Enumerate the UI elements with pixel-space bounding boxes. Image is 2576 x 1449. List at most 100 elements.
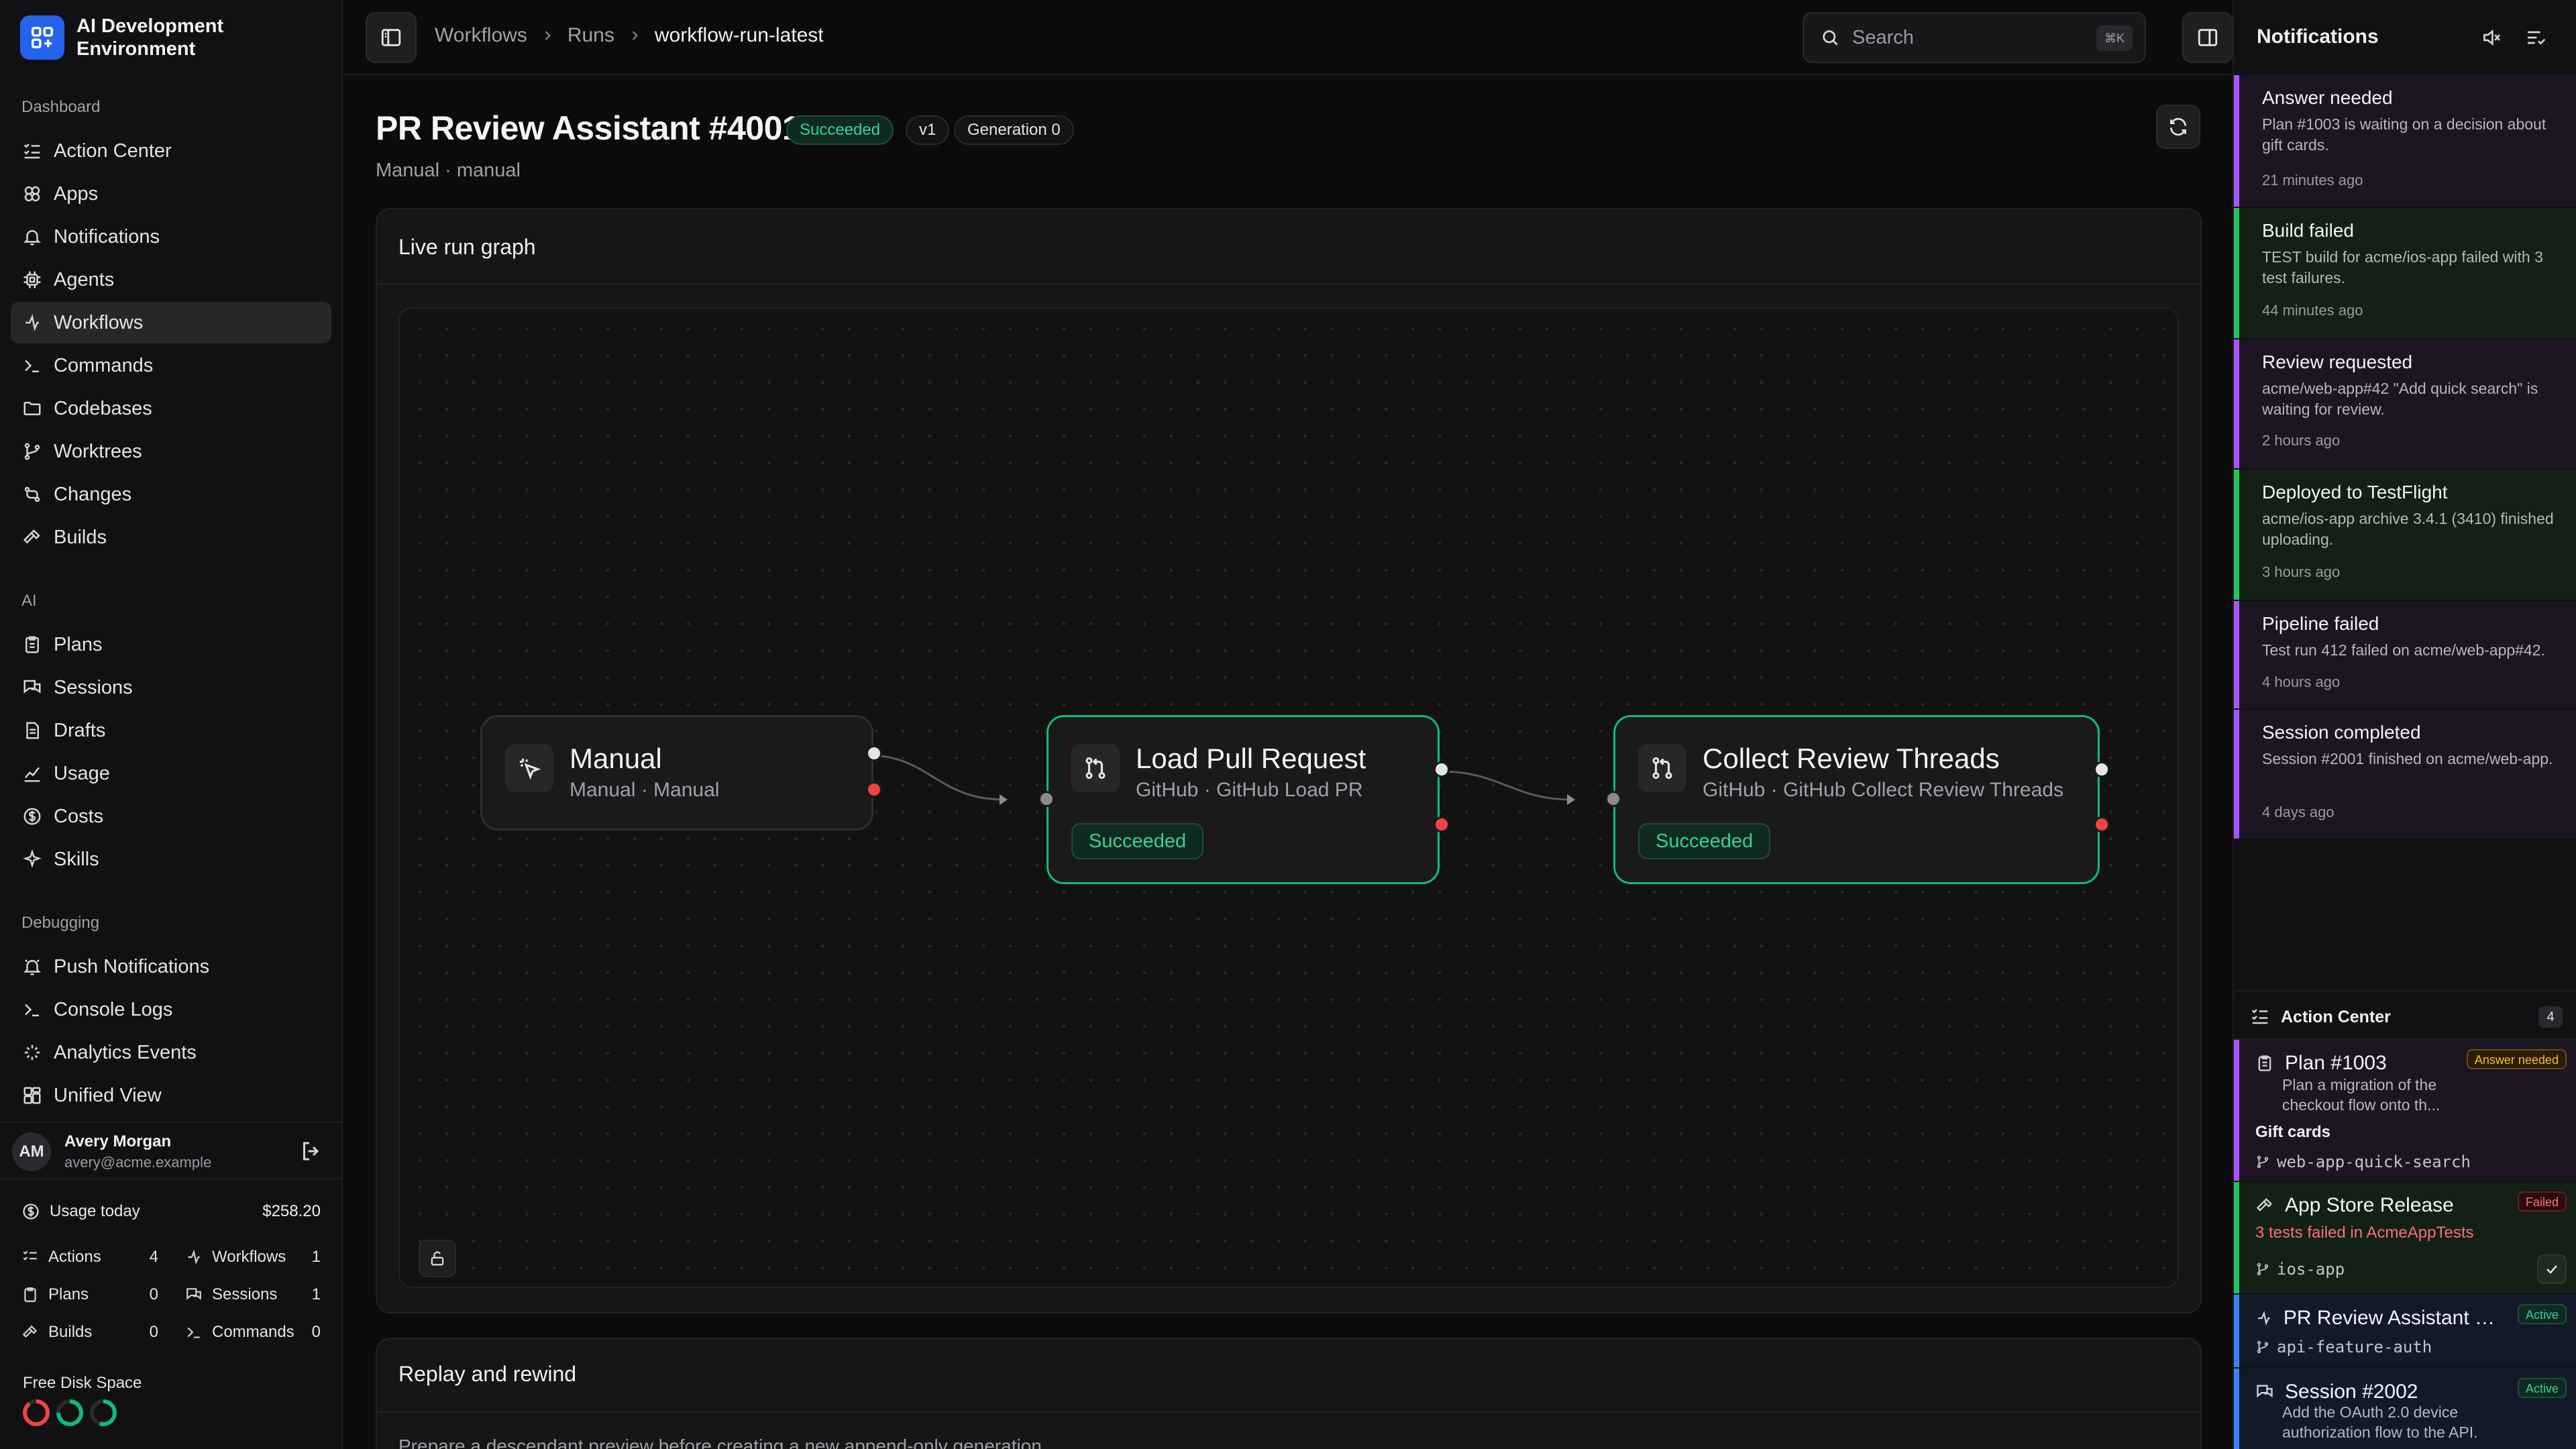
usage-today[interactable]: Usage today $258.20 bbox=[21, 1202, 321, 1221]
nav-section-debugging: Debugging bbox=[21, 914, 100, 932]
notification-item[interactable]: Session completed Session #2001 finished… bbox=[2234, 710, 2576, 839]
toggle-sidebar-button[interactable] bbox=[366, 12, 417, 63]
branch-icon bbox=[2257, 1155, 2269, 1169]
sidebar-item-codebases[interactable]: Codebases bbox=[11, 388, 331, 429]
stat-plans: Plans 0 bbox=[21, 1285, 158, 1304]
output-port[interactable] bbox=[2094, 761, 2110, 777]
notification-body: acme/web-app#42 "Add quick search" is wa… bbox=[2262, 380, 2538, 418]
action-item-session[interactable]: Session #2002 Active Add the OAuth 2.0 d… bbox=[2234, 1368, 2576, 1449]
node-title: Load Pull Request bbox=[1136, 743, 1366, 774]
input-port[interactable] bbox=[1605, 791, 1621, 807]
refresh-icon bbox=[2167, 116, 2189, 138]
notification-item[interactable]: Build failed TEST build for acme/ios-app… bbox=[2234, 208, 2576, 338]
action-item-title: PR Review Assistant #4... bbox=[2255, 1307, 2497, 1330]
refresh-button[interactable] bbox=[2156, 105, 2200, 149]
sidebar-item-usage[interactable]: Usage bbox=[11, 753, 331, 794]
mute-icon[interactable] bbox=[2481, 27, 2502, 48]
error-port[interactable] bbox=[1434, 816, 1450, 833]
mark-all-read-icon[interactable] bbox=[2525, 27, 2546, 48]
usage-value: $258.20 bbox=[262, 1202, 321, 1220]
sidebar-item-action-center[interactable]: Action Center bbox=[11, 130, 331, 172]
chat-icon bbox=[2257, 1385, 2273, 1398]
search-box[interactable]: ⌘K bbox=[1803, 12, 2146, 63]
action-item-plan[interactable]: Plan #1003 Answer needed Plan a migratio… bbox=[2234, 1040, 2576, 1181]
action-item-pr-review[interactable]: PR Review Assistant #4... Active api-fea… bbox=[2234, 1295, 2576, 1367]
action-item-title: Session #2002 bbox=[2255, 1381, 2497, 1403]
sidebar-item-changes[interactable]: Changes bbox=[11, 474, 331, 515]
output-port[interactable] bbox=[1434, 761, 1450, 777]
sidebar-item-unified-view[interactable]: Unified View bbox=[11, 1075, 331, 1116]
sidebar-item-agents[interactable]: Agents bbox=[11, 259, 331, 301]
action-item-error: 3 tests failed in AcmeAppTests bbox=[2255, 1224, 2474, 1242]
graph-node-collect-review-threads[interactable]: Collect Review Threads GitHub · GitHub C… bbox=[1605, 715, 2110, 884]
notification-item[interactable]: Deployed to TestFlight acme/ios-app arch… bbox=[2234, 470, 2576, 600]
breadcrumb-workflows[interactable]: Workflows bbox=[435, 24, 527, 47]
sidebar-item-worktrees[interactable]: Worktrees bbox=[11, 431, 331, 472]
apps-icon bbox=[21, 183, 43, 205]
action-item-app-store-release[interactable]: App Store Release Failed 3 tests failed … bbox=[2234, 1182, 2576, 1293]
sidebar-item-plans[interactable]: Plans bbox=[11, 624, 331, 665]
dollar-icon bbox=[21, 1202, 40, 1221]
user-name: Avery Morgan bbox=[64, 1132, 172, 1150]
sidebar-item-push-notifications[interactable]: Push Notifications bbox=[11, 946, 331, 987]
search-input[interactable] bbox=[1852, 26, 2080, 49]
stat-label: Actions bbox=[48, 1248, 101, 1266]
lock-canvas-button[interactable] bbox=[419, 1240, 456, 1277]
sidebar-item-console-logs[interactable]: Console Logs bbox=[11, 989, 331, 1030]
notification-body: Session #2001 finished on acme/web-app. bbox=[2262, 750, 2553, 767]
panel-right-icon bbox=[2196, 26, 2219, 49]
sidebar-item-builds[interactable]: Builds bbox=[11, 517, 331, 558]
divider bbox=[377, 1411, 2200, 1413]
sidebar-item-skills[interactable]: Skills bbox=[11, 839, 331, 880]
status-badge: Active bbox=[2517, 1378, 2567, 1398]
error-port[interactable] bbox=[2094, 816, 2110, 833]
sidebar-item-sessions[interactable]: Sessions bbox=[11, 667, 331, 708]
action-center-header[interactable]: Action Center 4 bbox=[2234, 990, 2576, 1040]
user-menu[interactable]: AM Avery Morgan avery@acme.example bbox=[0, 1122, 343, 1179]
edge-arrow bbox=[1000, 794, 1008, 805]
sidebar-item-notifications[interactable]: Notifications bbox=[11, 216, 331, 258]
brand[interactable]: AI Development Environment bbox=[20, 15, 278, 60]
notification-item[interactable]: Review requested acme/web-app#42 "Add qu… bbox=[2234, 339, 2576, 468]
notification-title: Deployed to TestFlight bbox=[2262, 482, 2448, 502]
node-status-badge: Succeeded bbox=[1071, 823, 1204, 859]
status-badge: Active bbox=[2517, 1304, 2567, 1324]
sidebar-item-apps[interactable]: Apps bbox=[11, 173, 331, 215]
sidebar-item-drafts[interactable]: Drafts bbox=[11, 710, 331, 751]
error-port[interactable] bbox=[866, 782, 882, 798]
input-port[interactable] bbox=[1038, 791, 1055, 807]
breadcrumb-runs[interactable]: Runs bbox=[568, 24, 614, 47]
sparkle-icon bbox=[21, 849, 43, 870]
avatar: AM bbox=[12, 1132, 51, 1171]
graph-node-manual[interactable]: Manual Manual · Manual bbox=[480, 715, 882, 830]
action-item-title: Plan #1003 bbox=[2255, 1052, 2497, 1075]
app-logo-icon bbox=[20, 15, 64, 60]
version-badge: v1 bbox=[906, 115, 950, 145]
sidebar-item-analytics-events[interactable]: Analytics Events bbox=[11, 1032, 331, 1073]
sidebar-item-costs[interactable]: Costs bbox=[11, 796, 331, 837]
graph-node-load-pull-request[interactable]: Load Pull Request GitHub · GitHub Load P… bbox=[1038, 715, 1450, 884]
notification-item[interactable]: Answer needed Plan #1003 is waiting on a… bbox=[2234, 75, 2576, 207]
dollar-icon bbox=[21, 806, 43, 827]
notification-time: 21 minutes ago bbox=[2262, 172, 2363, 189]
sidebar-item-label: Push Notifications bbox=[54, 955, 210, 977]
action-item-label: Session #2002 bbox=[2285, 1381, 2418, 1403]
bell-ring-icon bbox=[21, 956, 43, 977]
graph-canvas[interactable]: Manual Manual · Manual Load Pull Request… bbox=[398, 307, 2179, 1288]
logout-icon[interactable] bbox=[299, 1139, 323, 1163]
chat-icon bbox=[21, 677, 43, 698]
search-icon bbox=[1820, 28, 1840, 48]
action-item-title: App Store Release bbox=[2255, 1194, 2497, 1217]
sidebar-item-commands[interactable]: Commands bbox=[11, 345, 331, 386]
toggle-right-panel-button[interactable] bbox=[2182, 12, 2233, 63]
stat-actions: Actions 4 bbox=[21, 1248, 158, 1267]
sidebar-item-label: Apps bbox=[54, 182, 99, 205]
stat-sessions: Sessions 1 bbox=[185, 1285, 321, 1304]
output-port[interactable] bbox=[866, 745, 882, 761]
nav-section-dashboard: Dashboard bbox=[21, 98, 101, 116]
sidebar-item-label: Action Center bbox=[54, 140, 172, 162]
notification-item[interactable]: Pipeline failed Test run 412 failed on a… bbox=[2234, 601, 2576, 708]
sidebar-item-workflows[interactable]: Workflows bbox=[11, 302, 331, 343]
stat-value: 1 bbox=[311, 1285, 321, 1303]
approve-button[interactable] bbox=[2537, 1254, 2567, 1284]
